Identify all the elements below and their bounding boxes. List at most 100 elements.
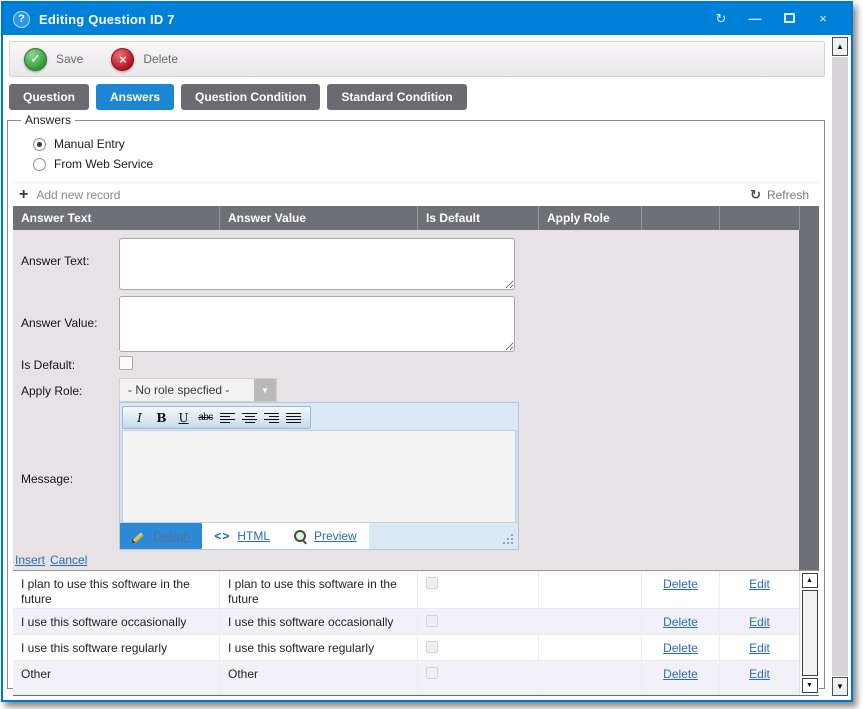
tab-question-condition[interactable]: Question Condition	[181, 84, 320, 110]
answer-text-input[interactable]	[119, 238, 515, 290]
align-right-icon[interactable]	[264, 413, 279, 423]
grid-rows: I plan to use this software in the futur…	[13, 570, 819, 696]
row-checkbox[interactable]	[426, 615, 438, 627]
row-checkbox[interactable]	[426, 577, 438, 589]
cell-answer-text: I use this software occasionally	[13, 609, 219, 634]
cell-answer-text: Other	[13, 661, 219, 696]
resize-grip-icon[interactable]	[511, 542, 513, 544]
cell-answer-value: Other	[219, 661, 417, 696]
delete-link[interactable]: Delete	[663, 615, 698, 629]
cell-edit: Edit	[719, 661, 799, 696]
entry-mode-radios: Manual Entry From Web Service	[13, 127, 819, 182]
underline-icon[interactable]: U	[174, 408, 193, 428]
radio-manual-entry[interactable]: Manual Entry	[33, 134, 819, 154]
window-scroll-track[interactable]	[832, 57, 848, 676]
form-right-strip	[799, 230, 819, 570]
toolbar: ✓ Save × Delete	[9, 41, 825, 77]
editor-content-area[interactable]	[122, 430, 516, 523]
strikethrough-icon[interactable]: abc	[196, 408, 215, 428]
cell-answer-text: I plan to use this software in the futur…	[13, 571, 219, 608]
cell-delete: Delete	[641, 635, 719, 660]
html-label: HTML	[237, 529, 270, 543]
cell-answer-text: I use this software regularly	[13, 635, 219, 660]
delete-link[interactable]: Delete	[663, 577, 698, 591]
design-label: Design	[153, 529, 190, 543]
preview-label: Preview	[314, 529, 357, 543]
delete-button[interactable]: × Delete	[111, 48, 178, 71]
dialog-window: ? Editing Question ID 7 ↻ — × ✓ Save × D…	[1, 1, 853, 702]
justify-icon[interactable]	[286, 413, 301, 423]
scroll-thumb[interactable]	[802, 590, 818, 676]
add-new-record-button[interactable]: + Add new record	[19, 188, 120, 202]
cancel-link[interactable]: Cancel	[50, 553, 87, 567]
edit-link[interactable]: Edit	[749, 667, 770, 681]
window-scroll-down-icon[interactable]: ▼	[832, 677, 848, 696]
grid-scrollbar[interactable]: ▲ ▼	[799, 571, 819, 695]
refresh-button[interactable]: ↻ Refresh	[750, 187, 809, 203]
row-checkbox[interactable]	[426, 641, 438, 653]
minimize-icon[interactable]: —	[745, 11, 765, 27]
cell-delete: Delete	[641, 661, 719, 696]
cell-apply-role	[538, 635, 641, 660]
help-icon[interactable]: ?	[13, 11, 30, 28]
table-row: Other Other Delete Edit	[13, 661, 819, 696]
editor-toolbar-strip: I B U abc	[122, 406, 311, 429]
radio-unselected-icon	[33, 158, 46, 171]
edit-link[interactable]: Edit	[749, 577, 770, 591]
col-delete	[641, 206, 719, 230]
tab-answers[interactable]: Answers	[96, 84, 174, 110]
editor-mode-tabs: Design <> HTML Preview	[120, 523, 518, 549]
cell-answer-value: I plan to use this software in the futur…	[219, 571, 417, 608]
window-scroll-up-icon[interactable]: ▲	[832, 37, 848, 56]
add-new-record-label: Add new record	[36, 188, 120, 202]
mode-tab-preview[interactable]: Preview	[282, 523, 369, 549]
scroll-up-icon[interactable]: ▲	[802, 573, 818, 588]
align-center-icon[interactable]	[242, 413, 257, 423]
mode-tab-design[interactable]: Design	[120, 523, 202, 549]
title-bar: ? Editing Question ID 7 ↻ — ×	[3, 3, 851, 35]
delete-link[interactable]: Delete	[663, 641, 698, 655]
cell-edit: Edit	[719, 635, 799, 660]
mode-tab-html[interactable]: <> HTML	[202, 523, 282, 549]
radio-from-web-service[interactable]: From Web Service	[33, 154, 819, 174]
radio-from-web-service-label: From Web Service	[54, 157, 153, 171]
is-default-checkbox[interactable]	[119, 356, 133, 370]
cell-apply-role	[538, 571, 641, 608]
delete-x-icon: ×	[111, 48, 134, 71]
edit-link[interactable]: Edit	[749, 641, 770, 655]
answer-value-input[interactable]	[119, 296, 515, 352]
html-code-icon: <>	[214, 529, 230, 543]
tab-standard-condition[interactable]: Standard Condition	[327, 84, 466, 110]
tab-question[interactable]: Question	[9, 84, 89, 110]
apply-role-dropdown[interactable]: - No role specfied - ▼	[119, 378, 277, 402]
align-left-icon[interactable]	[220, 413, 235, 423]
cell-delete: Delete	[641, 571, 719, 608]
insert-link[interactable]: Insert	[15, 553, 45, 567]
chevron-down-icon[interactable]: ▼	[254, 379, 276, 401]
refresh-window-icon[interactable]: ↻	[711, 11, 731, 27]
cell-is-default	[417, 609, 538, 634]
col-is-default: Is Default	[417, 206, 538, 230]
close-icon[interactable]: ×	[813, 11, 833, 27]
delete-link[interactable]: Delete	[663, 667, 698, 681]
italic-icon[interactable]: I	[130, 408, 149, 428]
radio-manual-entry-label: Manual Entry	[54, 137, 125, 151]
cell-delete: Delete	[641, 609, 719, 634]
cell-apply-role	[538, 609, 641, 634]
form-action-links: Insert Cancel	[15, 553, 87, 567]
maximize-icon[interactable]	[779, 11, 799, 27]
save-button[interactable]: ✓ Save	[24, 48, 83, 71]
col-answer-text: Answer Text	[13, 206, 219, 230]
table-row: I use this software occasionally I use t…	[13, 609, 819, 635]
answer-value-label: Answer Value:	[21, 316, 97, 330]
is-default-label: Is Default:	[21, 358, 75, 372]
apply-role-value: - No role specfied -	[120, 379, 254, 401]
window-scrollbar[interactable]: ▲ ▼	[829, 35, 851, 698]
row-checkbox[interactable]	[426, 667, 438, 679]
col-edit	[719, 206, 799, 230]
bold-icon[interactable]: B	[152, 408, 171, 428]
scroll-down-icon[interactable]: ▼	[802, 678, 818, 693]
maximize-glyph	[784, 13, 795, 23]
grid-command-bar: + Add new record ↻ Refresh	[13, 182, 819, 206]
edit-link[interactable]: Edit	[749, 615, 770, 629]
